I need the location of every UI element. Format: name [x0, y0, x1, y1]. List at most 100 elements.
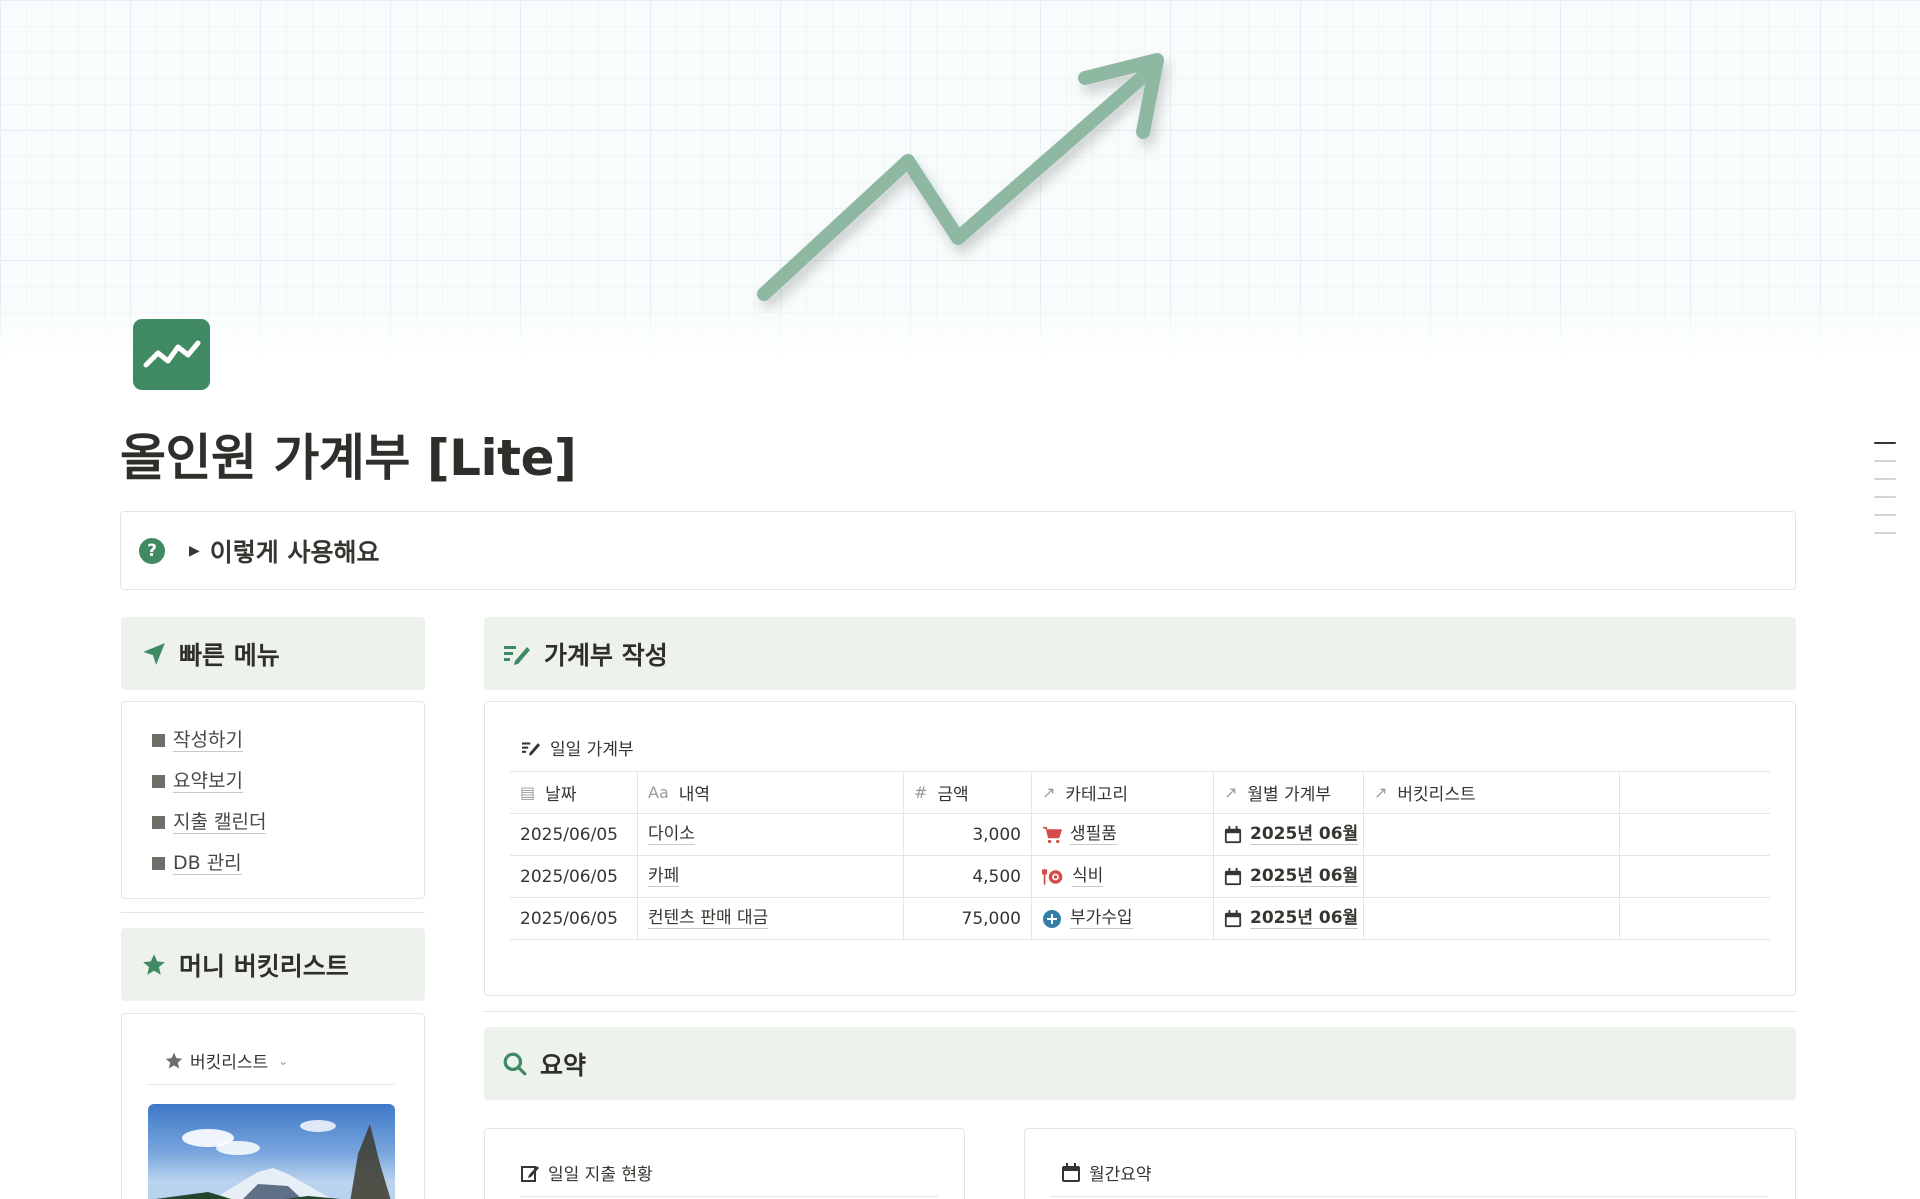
quick-link-label: DB 관리 — [173, 852, 242, 875]
cell-bucket[interactable] — [1364, 898, 1620, 939]
star-icon — [143, 953, 165, 975]
relation-icon: ↗ — [1042, 783, 1056, 802]
page-title: 올인원 가계부 [Lite] — [120, 429, 577, 487]
daily-ledger-db-title[interactable]: 일일 가계부 — [520, 735, 634, 760]
star-icon — [165, 1052, 183, 1068]
number-icon: # — [914, 783, 928, 802]
cell-date[interactable]: 2025/06/05 — [510, 814, 638, 855]
month-link[interactable]: 2025년 06월 — [1250, 824, 1359, 845]
cell-category[interactable]: 식비 — [1032, 856, 1214, 897]
calendar-icon — [1224, 825, 1242, 844]
write-icon — [504, 645, 530, 665]
cell-month[interactable]: 2025년 06월 — [1214, 856, 1364, 897]
desc-link[interactable]: 컨텐츠 판매 대금 — [648, 908, 769, 929]
column-header-bucket[interactable]: ↗ 버킷리스트 — [1364, 772, 1620, 813]
bucket-view-tab[interactable]: 버킷리스트 ⌄ — [148, 1037, 395, 1085]
quick-link-label: 지출 캘린더 — [173, 811, 267, 834]
calendar-icon — [1224, 909, 1242, 928]
cell-date[interactable]: 2025/06/05 — [510, 898, 638, 939]
cell-empty — [1620, 814, 1770, 855]
category-link[interactable]: 생필품 — [1070, 824, 1117, 845]
month-link[interactable]: 2025년 06월 — [1250, 908, 1359, 929]
toggle-label: 이렇게 사용해요 — [209, 537, 380, 567]
toc-line[interactable] — [1874, 514, 1896, 516]
toc-line[interactable] — [1874, 532, 1896, 534]
toc-line[interactable] — [1874, 442, 1896, 444]
square-bullet-icon — [152, 857, 165, 870]
column-label: 날짜 — [545, 785, 577, 805]
quick-link-db-manage[interactable]: DB 관리 — [122, 843, 424, 884]
column-header-empty — [1620, 772, 1770, 813]
table-row[interactable]: 2025/06/05 카페 4,500 식비 2025년 06월 — [510, 856, 1770, 898]
cell-amount[interactable]: 75,000 — [904, 898, 1032, 939]
calendar-icon — [1062, 1162, 1080, 1182]
quick-menu-title: 빠른 메뉴 — [179, 640, 280, 670]
navigation-arrow-icon — [143, 642, 165, 665]
bucket-item-cover-photo[interactable] — [148, 1104, 395, 1199]
cell-amount[interactable]: 4,500 — [904, 856, 1032, 897]
edit-icon — [521, 1165, 539, 1182]
quick-link-calendar[interactable]: 지출 캘린더 — [122, 802, 424, 843]
cell-category[interactable]: 부가수입 — [1032, 898, 1214, 939]
column-header-month[interactable]: ↗ 월별 가계부 — [1214, 772, 1364, 813]
month-link[interactable]: 2025년 06월 — [1250, 866, 1359, 887]
bucket-list-callout: 머니 버킷리스트 — [121, 928, 425, 1001]
calendar-icon: ▤ — [520, 783, 536, 802]
toc-line[interactable] — [1874, 496, 1896, 498]
daily-spending-title[interactable]: 일일 지출 현황 — [520, 1160, 653, 1185]
column-header-desc[interactable]: Aa 내역 — [638, 772, 904, 813]
quick-link-summary[interactable]: 요약보기 — [122, 761, 424, 802]
trend-arrow-illustration — [757, 53, 1164, 301]
desc-link[interactable]: 카페 — [648, 866, 680, 887]
monthly-summary-title[interactable]: 월간요약 — [1061, 1160, 1152, 1185]
divider — [121, 912, 425, 913]
cell-empty — [1620, 856, 1770, 897]
daily-ledger-table: ▤ 날짜 Aa 내역 # 금액 ↗ 카테고리 ↗ 월별 가계부 ↗ 버킷리스트 … — [510, 771, 1770, 940]
cell-desc[interactable]: 컨텐츠 판매 대금 — [638, 898, 904, 939]
quick-link-label: 작성하기 — [173, 729, 243, 752]
table-row[interactable]: 2025/06/05 컨텐츠 판매 대금 75,000 부가수입 2025년 0… — [510, 898, 1770, 940]
table-row[interactable]: 2025/06/05 다이소 3,000 생필품 2025년 06월 — [510, 814, 1770, 856]
column-label: 버킷리스트 — [1397, 785, 1476, 805]
divider — [520, 1196, 938, 1197]
relation-icon: ↗ — [1374, 783, 1388, 802]
category-link[interactable]: 부가수입 — [1070, 908, 1133, 929]
cell-month[interactable]: 2025년 06월 — [1214, 898, 1364, 939]
toggle-triangle-icon[interactable]: ▶ — [189, 543, 200, 559]
square-bullet-icon — [152, 775, 165, 788]
quick-menu-callout: 빠른 메뉴 — [121, 617, 425, 690]
calendar-icon — [1224, 867, 1242, 886]
cell-date[interactable]: 2025/06/05 — [510, 856, 638, 897]
search-icon — [503, 1052, 527, 1075]
toc-line[interactable] — [1874, 478, 1896, 480]
cell-empty — [1620, 898, 1770, 939]
column-header-category[interactable]: ↗ 카테고리 — [1032, 772, 1214, 813]
quick-link-write[interactable]: 작성하기 — [122, 720, 424, 761]
page-icon[interactable] — [133, 319, 210, 390]
column-header-date[interactable]: ▤ 날짜 — [510, 772, 638, 813]
cell-bucket[interactable] — [1364, 856, 1620, 897]
bucket-list-title: 머니 버킷리스트 — [179, 951, 349, 981]
cell-desc[interactable]: 카페 — [638, 856, 904, 897]
category-link[interactable]: 식비 — [1072, 866, 1104, 887]
bucket-view-label: 버킷리스트 — [190, 1053, 269, 1073]
table-of-contents-minimap[interactable] — [1874, 442, 1896, 550]
cell-desc[interactable]: 다이소 — [638, 814, 904, 855]
square-bullet-icon — [152, 816, 165, 829]
table-header-row: ▤ 날짜 Aa 내역 # 금액 ↗ 카테고리 ↗ 월별 가계부 ↗ 버킷리스트 — [510, 772, 1770, 814]
cell-amount[interactable]: 3,000 — [904, 814, 1032, 855]
toc-line[interactable] — [1874, 460, 1896, 462]
mountain-photo — [155, 1120, 391, 1199]
daily-spending-label: 일일 지출 현황 — [548, 1165, 653, 1185]
dining-icon — [1042, 868, 1064, 886]
cell-bucket[interactable] — [1364, 814, 1620, 855]
desc-link[interactable]: 다이소 — [648, 824, 695, 845]
cell-category[interactable]: 생필품 — [1032, 814, 1214, 855]
text-icon: Aa — [648, 783, 669, 802]
summary-title: 요약 — [540, 1050, 587, 1080]
column-header-amount[interactable]: # 금액 — [904, 772, 1032, 813]
column-label: 월별 가계부 — [1247, 785, 1332, 805]
chevron-down-icon[interactable]: ⌄ — [278, 1054, 288, 1068]
cell-month[interactable]: 2025년 06월 — [1214, 814, 1364, 855]
usage-toggle[interactable]: ? ▶ 이렇게 사용해요 — [120, 511, 1796, 590]
